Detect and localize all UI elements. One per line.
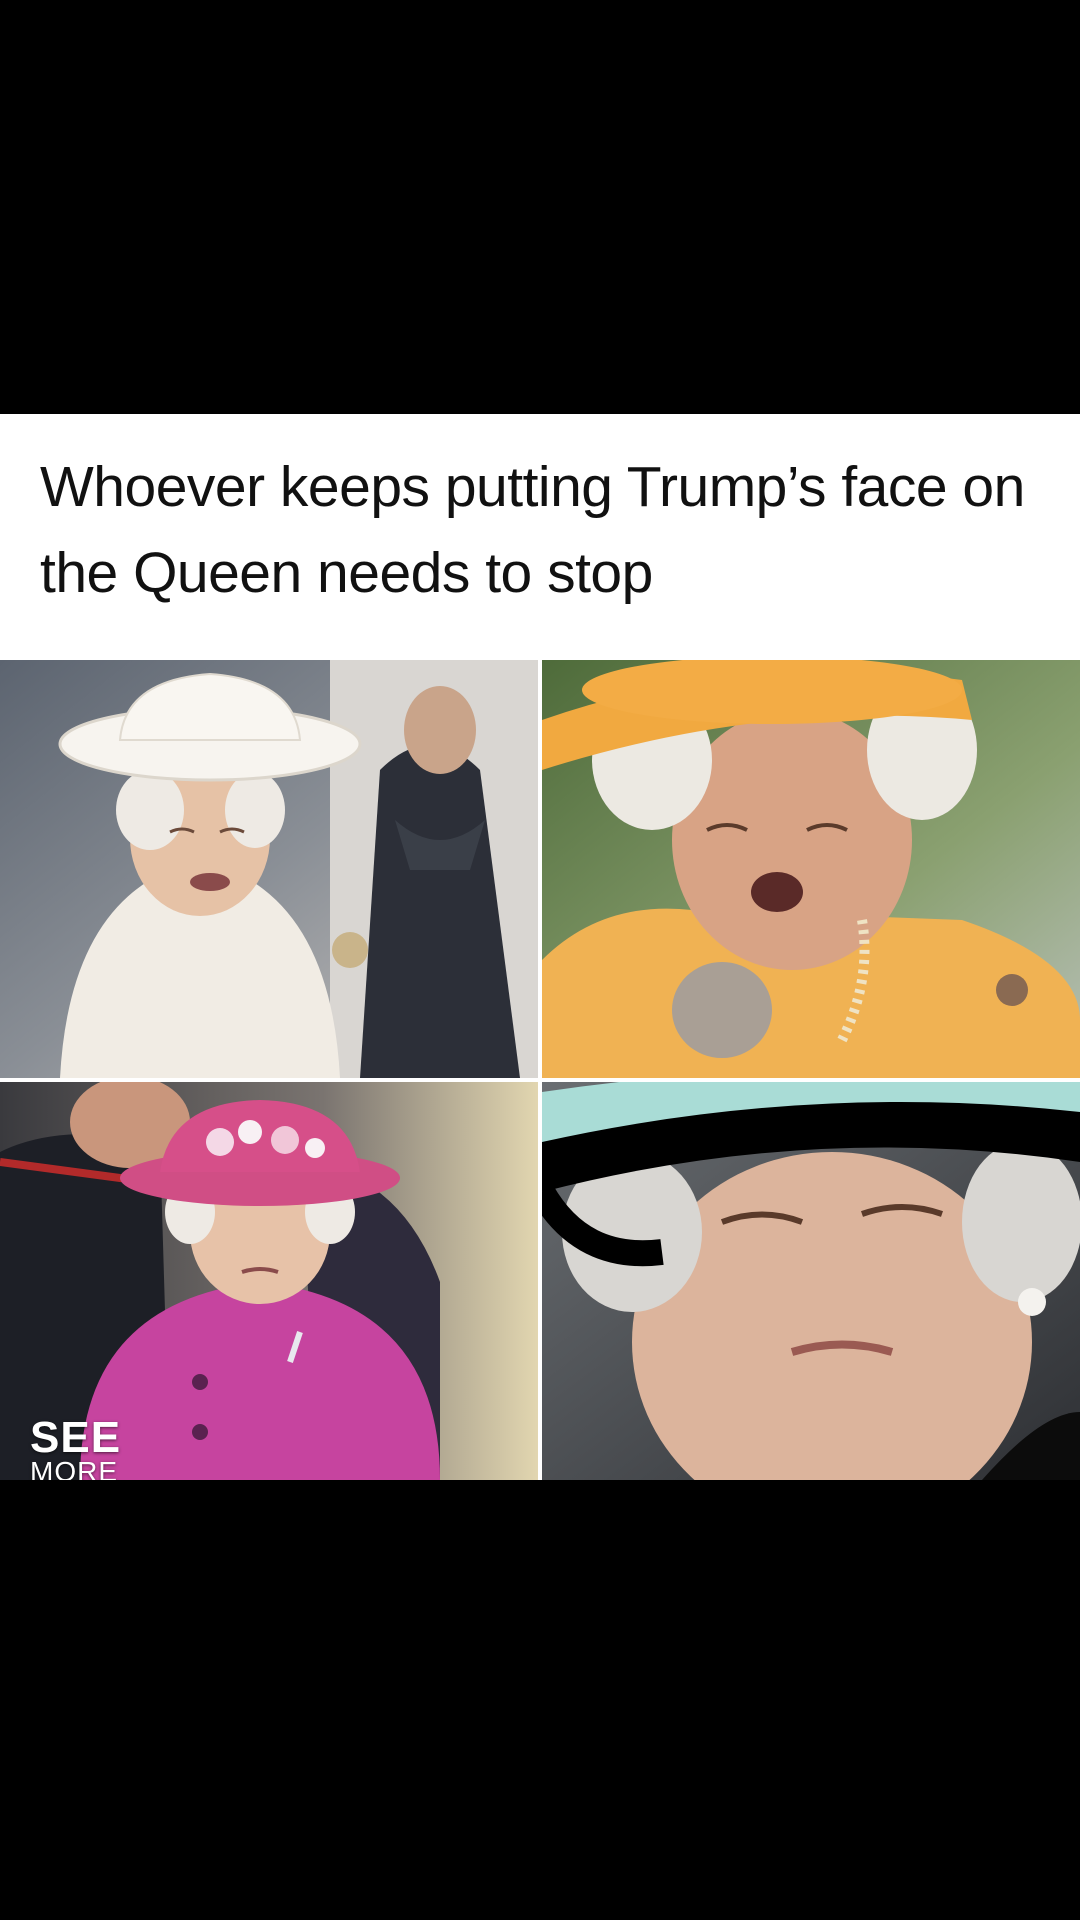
photo-panel-white-outfit	[0, 660, 538, 1078]
see-more-badge[interactable]: SEE MORE	[30, 1413, 150, 1481]
photo-yellow-outfit	[542, 660, 1080, 1078]
photo-white-outfit	[0, 660, 538, 1078]
image-viewer: Whoever keeps putting Trump’s face on th…	[0, 0, 1080, 1920]
meme-caption: Whoever keeps putting Trump’s face on th…	[40, 455, 1025, 605]
photo-panel-yellow-outfit	[542, 660, 1080, 1078]
see-more-line1: SEE	[30, 1413, 122, 1462]
photo-grid	[0, 660, 1080, 1480]
meme-image: Whoever keeps putting Trump’s face on th…	[0, 414, 1080, 1480]
see-more-line2: MORE	[30, 1456, 118, 1481]
photo-panel-teal-hat	[542, 1082, 1080, 1480]
photo-teal-hat	[542, 1082, 1080, 1480]
